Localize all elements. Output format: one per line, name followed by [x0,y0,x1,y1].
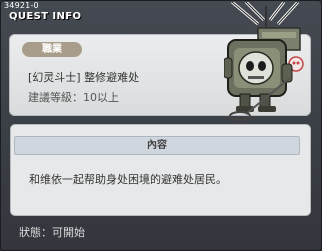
window-title: QUEST INFO [9,11,82,22]
content-header: 內容 [14,136,300,155]
robot-npc-icon [224,2,304,121]
quest-description: 和维依一起帮助身处困境的避难处居民。 [29,173,227,186]
quest-status: 狀態：可開始 [19,226,85,239]
quest-name: [幻灵斗士] 整修避难处 [28,71,140,84]
quest-id: 34921-0 [4,1,39,10]
level-requirement: 建議等級：10以上 [28,91,119,104]
job-badge: 職業 [22,42,82,57]
